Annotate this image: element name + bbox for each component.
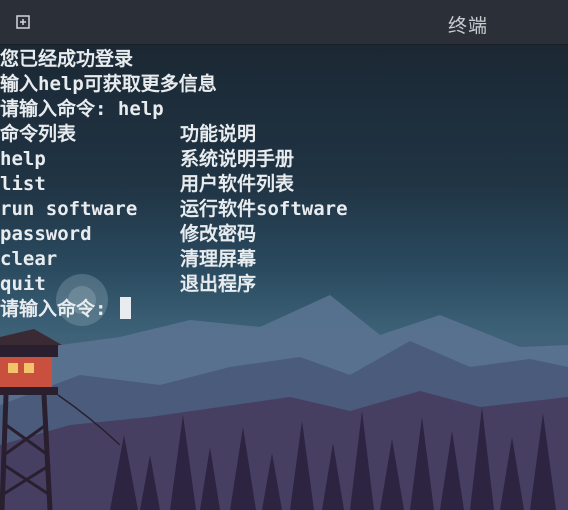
command-description: 退出程序 <box>180 273 257 295</box>
window-title: 终端 <box>448 15 489 37</box>
command-name: password <box>0 223 92 245</box>
command-description: 用户软件列表 <box>180 173 295 195</box>
command-row: quit 退出程序 <box>0 272 348 297</box>
terminal-area[interactable]: 您已经成功登录 输入help可获取更多信息 请输入命令: help 命令列表 功… <box>0 45 568 510</box>
active-prompt-line[interactable]: 请输入命令: <box>0 297 348 322</box>
command-row: list 用户软件列表 <box>0 172 348 197</box>
command-name: help <box>0 148 46 170</box>
new-tab-icon[interactable] <box>16 15 30 29</box>
command-description: 系统说明手册 <box>180 148 295 170</box>
active-prompt: 请输入命令: <box>0 298 118 320</box>
command-row: clear 清理屏幕 <box>0 247 348 272</box>
command-name: list <box>0 173 46 195</box>
command-description: 运行软件software <box>180 198 348 220</box>
command-description: 修改密码 <box>180 223 257 245</box>
header-command-column: 命令列表 <box>0 123 77 145</box>
command-prompt-line: 请输入命令: help <box>0 98 164 120</box>
output-line: 您已经成功登录 <box>0 48 134 70</box>
command-name: quit <box>0 273 46 295</box>
command-name: clear <box>0 248 58 270</box>
header-description-column: 功能说明 <box>180 123 257 145</box>
terminal-output: 您已经成功登录 输入help可获取更多信息 请输入命令: help 命令列表 功… <box>0 47 348 322</box>
text-cursor <box>119 297 131 319</box>
command-description: 清理屏幕 <box>180 248 257 270</box>
command-name: run software <box>0 198 138 220</box>
window-titlebar: 终端 <box>0 0 568 45</box>
command-row: help 系统说明手册 <box>0 147 348 172</box>
command-row: run software 运行软件software <box>0 197 348 222</box>
output-line: 输入help可获取更多信息 <box>0 73 217 95</box>
command-table-header: 命令列表 功能说明 <box>0 122 348 147</box>
command-row: password 修改密码 <box>0 222 348 247</box>
